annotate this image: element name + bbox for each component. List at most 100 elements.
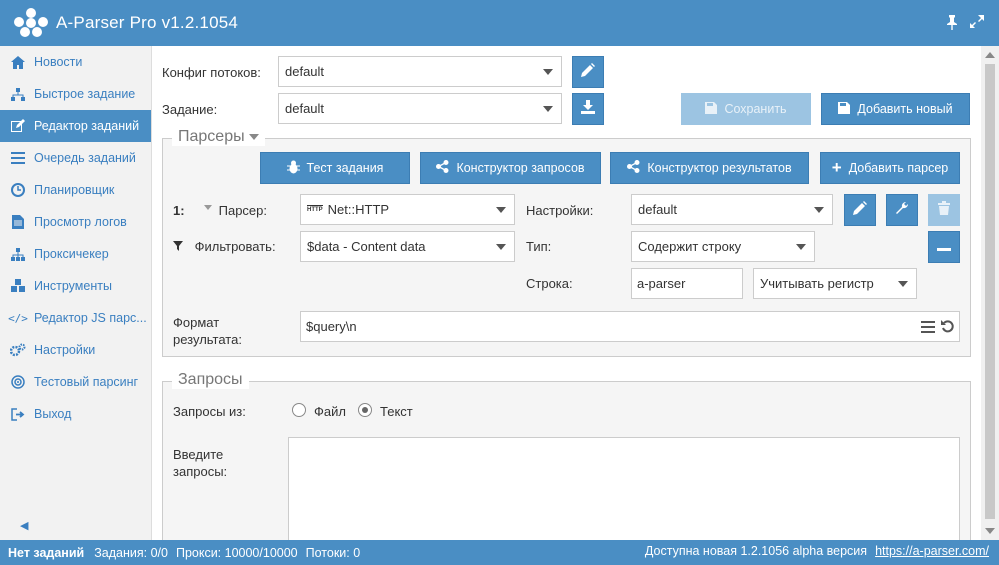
main-scrollbar[interactable] xyxy=(981,46,999,540)
sidebar-item-tools[interactable]: Инструменты xyxy=(0,270,151,302)
parser-value: Net::HTTP xyxy=(327,202,390,217)
sidebar-item-quick-task[interactable]: Быстрое задание xyxy=(0,78,151,110)
save-button[interactable]: Сохранить xyxy=(681,93,811,125)
format-label-line2: результата: xyxy=(173,332,242,347)
http-icon: HTTP xyxy=(307,205,323,213)
queries-textarea[interactable] xyxy=(288,437,960,540)
queries-from-label: Запросы из: xyxy=(173,404,246,419)
save-icon xyxy=(705,101,718,117)
parser-label: Парсер: xyxy=(218,203,268,218)
filter-select[interactable]: $data - Content data xyxy=(300,231,515,262)
string-input[interactable]: a-parser xyxy=(631,268,743,299)
pin-icon[interactable] xyxy=(945,14,959,34)
save-icon xyxy=(838,101,851,117)
proxies-status: Прокси: 10000/10000 xyxy=(175,545,298,560)
sitemap-icon xyxy=(10,86,26,102)
sidebar-item-logout[interactable]: Выход xyxy=(0,398,151,430)
result-builder-label: Конструктор результатов xyxy=(647,161,792,175)
chevron-down-icon xyxy=(898,281,908,287)
pencil-icon xyxy=(853,201,867,219)
radio-file[interactable] xyxy=(292,403,306,417)
radio-text[interactable] xyxy=(358,403,372,417)
filter-value: $data - Content data xyxy=(307,239,426,254)
radio-text-label[interactable]: Текст xyxy=(380,404,413,419)
settings-select[interactable]: default xyxy=(631,194,833,225)
threads-config-value: default xyxy=(285,64,325,79)
result-builder-button[interactable]: Конструктор результатов xyxy=(610,152,809,184)
sidebar-item-label: Редактор JS парс... xyxy=(34,311,147,325)
format-input[interactable]: $query\n xyxy=(300,311,960,342)
threads-config-select[interactable]: default xyxy=(278,56,562,87)
filter-label-group: Фильтровать: xyxy=(173,239,276,254)
sidebar-item-task-editor[interactable]: Редактор заданий xyxy=(0,110,151,142)
list-icon xyxy=(10,150,26,166)
parser-label-group[interactable]: Парсер: xyxy=(204,203,267,218)
sidebar-item-proxychecker[interactable]: Проксичекер xyxy=(0,238,151,270)
sidebar-item-label: Выход xyxy=(34,407,72,421)
query-builder-button[interactable]: Конструктор запросов xyxy=(420,152,601,184)
edit-threads-config-button[interactable] xyxy=(572,56,604,88)
sidebar-item-label: Редактор заданий xyxy=(34,119,140,133)
test-task-button[interactable]: Тест задания xyxy=(260,152,410,184)
string-value: a-parser xyxy=(637,276,686,291)
chevron-down-icon xyxy=(796,244,806,250)
add-parser-button[interactable]: + Добавить парсер xyxy=(820,152,960,184)
case-value: Учитывать регистр xyxy=(760,276,874,291)
case-select[interactable]: Учитывать регистр xyxy=(753,268,917,299)
minus-icon xyxy=(937,239,951,256)
download-icon xyxy=(581,100,595,118)
sidebar-item-label: Проксичекер xyxy=(34,247,109,261)
sidebar-item-logs[interactable]: Просмотр логов xyxy=(0,206,151,238)
scroll-up-icon[interactable] xyxy=(985,52,995,58)
threads-config-label: Конфиг потоков: xyxy=(162,65,261,80)
delete-parser-button[interactable] xyxy=(928,194,960,226)
edit-parser-settings-button[interactable] xyxy=(844,194,876,226)
target-icon xyxy=(10,374,26,390)
task-select[interactable]: default xyxy=(278,93,562,124)
share-icon xyxy=(436,160,449,176)
collapse-sidebar-icon[interactable]: ◀ xyxy=(20,519,28,532)
sidebar-item-js-editor[interactable]: </> Редактор JS парс... xyxy=(0,302,151,334)
radio-file-label[interactable]: Файл xyxy=(314,404,346,419)
status-bar: Нет заданий Задания: 0/0 Прокси: 10000/1… xyxy=(0,540,999,565)
filter-label: Фильтровать: xyxy=(194,239,276,254)
enter-queries-label: Введите запросы: xyxy=(173,446,227,480)
remove-filter-button[interactable] xyxy=(928,231,960,263)
expand-icon[interactable] xyxy=(969,14,985,34)
bug-icon xyxy=(286,160,300,177)
parser-tools-button[interactable] xyxy=(886,194,918,226)
plus-icon: + xyxy=(831,158,842,177)
type-select[interactable]: Содержит строку xyxy=(631,231,815,262)
update-link[interactable]: https://a-parser.com/ xyxy=(875,544,989,558)
sidebar-item-label: Настройки xyxy=(34,343,96,357)
sitemap-icon xyxy=(10,246,26,262)
test-task-label: Тест задания xyxy=(306,161,384,175)
parsers-legend-text: Парсеры xyxy=(178,128,245,145)
parsers-legend[interactable]: Парсеры xyxy=(172,128,265,146)
sign-out-icon xyxy=(10,406,26,422)
update-available-text: Доступна новая 1.2.1056 alpha версия xyxy=(644,544,868,558)
parser-index: 1: xyxy=(173,203,185,218)
sidebar-item-scheduler[interactable]: Планировщик xyxy=(0,174,151,206)
parser-select[interactable]: HTTP Net::HTTP xyxy=(300,194,515,225)
add-new-label: Добавить новый xyxy=(857,102,953,116)
app-logo-icon xyxy=(14,8,48,38)
home-icon xyxy=(10,54,26,70)
main-content: Конфиг потоков: default Задание: default… xyxy=(152,46,981,540)
queries-legend: Запросы xyxy=(172,371,249,389)
download-task-button[interactable] xyxy=(572,93,604,125)
sidebar-item-settings[interactable]: Настройки xyxy=(0,334,151,366)
sidebar-item-label: Быстрое задание xyxy=(34,87,136,101)
no-tasks-status: Нет заданий xyxy=(8,545,85,560)
menu-icon[interactable] xyxy=(921,321,935,336)
scrollbar-thumb[interactable] xyxy=(985,64,995,519)
sidebar: Новости Быстрое задание Редактор заданий… xyxy=(0,46,152,540)
save-label: Сохранить xyxy=(724,102,787,116)
scroll-down-icon[interactable] xyxy=(985,528,995,534)
sidebar-item-test-parsing[interactable]: Тестовый парсинг xyxy=(0,366,151,398)
add-new-button[interactable]: Добавить новый xyxy=(821,93,970,125)
undo-icon[interactable] xyxy=(941,319,955,336)
sidebar-item-news[interactable]: Новости xyxy=(0,46,151,78)
sidebar-item-task-queue[interactable]: Очередь заданий xyxy=(0,142,151,174)
type-label: Тип: xyxy=(526,239,552,254)
